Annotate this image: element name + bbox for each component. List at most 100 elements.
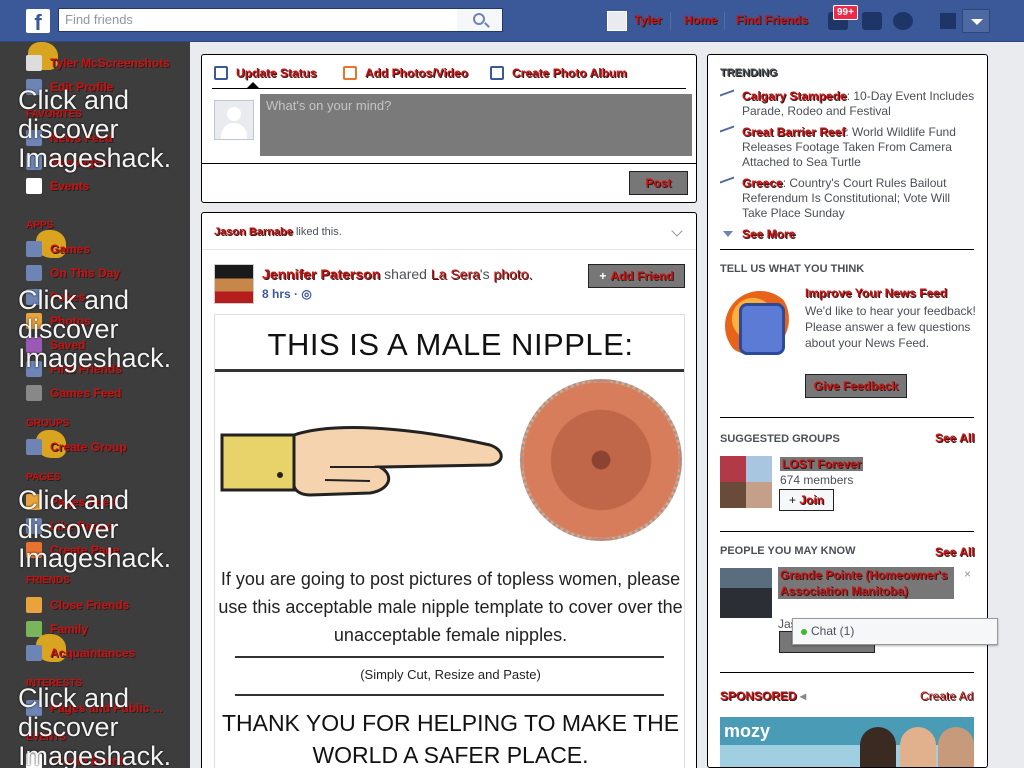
improve-feed-text: We'd like to hear your feedback! Please … <box>805 304 976 350</box>
sidebar-item-close-friends[interactable]: Close Friends <box>26 596 129 614</box>
poster-avatar[interactable] <box>214 264 254 304</box>
sidebar-item-pokes[interactable]: Pokes <box>26 288 85 306</box>
notifications-globe-icon[interactable] <box>893 12 913 30</box>
divider <box>720 531 974 532</box>
meme-note: (Simply Cut, Resize and Paste) <box>360 667 541 682</box>
source-link[interactable]: La Sera <box>431 266 480 282</box>
profile-name: Tyler McScreenshots <box>50 56 170 70</box>
photo-link[interactable]: photo. <box>493 266 532 282</box>
nav-divider <box>724 12 725 30</box>
messages-icon[interactable] <box>862 12 882 30</box>
sidebar-item-games[interactable]: Games <box>26 240 90 258</box>
liker-link[interactable]: Jason Barnabe <box>214 226 293 238</box>
search-button[interactable] <box>457 8 503 32</box>
sidebar-item-photos[interactable]: Photos <box>26 312 91 330</box>
privacy-lock-icon[interactable] <box>940 13 956 29</box>
sidebar-item-messages[interactable]: Messages <box>26 153 107 171</box>
divider <box>720 249 974 250</box>
feed-story: Jason Barnabe liked this. Jennifer Pater… <box>201 212 697 768</box>
update-status-tab[interactable]: Update Status <box>214 66 317 80</box>
shared-text: shared <box>384 266 427 282</box>
trend-item[interactable]: Calgary Stampede: 10-Day Event Includes … <box>720 89 976 119</box>
post-button[interactable]: Post <box>629 171 688 195</box>
events-heading: EVENTS <box>26 732 67 743</box>
sidebar-item-like-pages[interactable]: Like Pages <box>26 517 113 535</box>
profile-link[interactable]: Tyler <box>634 13 662 27</box>
trending-arrow-icon <box>720 176 734 191</box>
improve-feed-title[interactable]: Improve Your News Feed <box>805 286 947 300</box>
sponsored-ad-image[interactable]: mozy <box>720 717 974 767</box>
sidebar-item-pages-feed[interactable]: Pages Feed <box>26 493 117 511</box>
sidebar-item-news-feed[interactable]: News Feed <box>26 129 113 147</box>
trending-heading: TRENDING <box>720 67 778 79</box>
left-sidebar: Tyler McScreenshots Edit Profile FAVORIT… <box>0 42 190 768</box>
sidebar-edit-profile[interactable]: Edit Profile <box>26 78 113 96</box>
chat-bar[interactable]: Chat (1) <box>792 618 998 645</box>
sidebar-item-label: Saved <box>50 338 86 352</box>
timestamp-text: 8 hrs <box>262 287 291 301</box>
sidebar-item-create-group[interactable]: Create Group <box>26 438 127 456</box>
interests-heading: INTERESTS <box>26 678 83 689</box>
poster-name-link[interactable]: Jennifer Paterson <box>262 266 380 282</box>
sidebar-item-find-friends[interactable]: Find Friends <box>26 360 122 378</box>
sidebar-item-events[interactable]: Events <box>26 177 89 195</box>
sidebar-item-label: Like Pages <box>50 519 113 533</box>
sidebar-item-pages-public[interactable]: Pages and Public ... <box>26 699 163 717</box>
sidebar-item-games-feed[interactable]: Games Feed <box>26 384 121 402</box>
poke-icon <box>26 289 42 305</box>
add-friend-button[interactable]: + Add Friend <box>588 264 685 288</box>
sidebar-profile[interactable]: Tyler McScreenshots <box>26 54 170 72</box>
trend-title: Calgary Stampede <box>742 89 847 103</box>
trend-item[interactable]: Greece: Country's Court Rules Bailout Re… <box>720 176 976 221</box>
see-all-people-link[interactable]: See All <box>935 545 975 559</box>
profile-avatar-icon <box>26 55 42 71</box>
status-input[interactable]: What's on your mind? <box>260 94 692 156</box>
ad-person <box>860 727 896 767</box>
join-group-button[interactable]: + Join <box>779 489 834 511</box>
facebook-logo[interactable]: f <box>26 9 50 35</box>
acquaintances-icon <box>26 645 42 661</box>
home-link[interactable]: Home <box>684 13 717 27</box>
games-icon <box>26 241 42 257</box>
sidebar-item-label: Games <box>50 242 91 256</box>
search-icon <box>473 13 485 25</box>
create-album-tab[interactable]: Create Photo Album <box>490 66 627 80</box>
pencil-icon <box>214 66 228 80</box>
calendar-icon <box>26 178 42 194</box>
see-all-groups-link[interactable]: See All <box>935 431 975 445</box>
source-suffix: 's <box>479 266 490 282</box>
sidebar-item-label: Photos <box>50 314 91 328</box>
divider <box>202 249 696 250</box>
dismiss-close-icon[interactable]: × <box>964 567 971 581</box>
groups-heading: GROUPS <box>26 418 70 429</box>
shared-photo[interactable]: THIS IS A MALE NIPPLE: If you are going … <box>214 314 685 768</box>
person-name-link[interactable]: Grande Pointe (Homeowner's Association M… <box>778 567 954 599</box>
story-options-chevron-icon[interactable] <box>671 225 683 237</box>
post-timestamp[interactable]: 8 hrs · ◎ <box>262 287 312 301</box>
sidebar-item-create-event[interactable]: Create Event <box>26 752 123 768</box>
sidebar-item-label: On This Day <box>50 266 121 280</box>
find-friends-link[interactable]: Find Friends <box>736 13 808 27</box>
add-photos-tab[interactable]: Add Photos/Video <box>343 66 468 80</box>
feedback-heading: TELL US WHAT YOU THINK <box>720 263 865 275</box>
account-menu-button[interactable] <box>962 9 990 33</box>
group-name-link[interactable]: LOST Forever <box>780 457 864 471</box>
sidebar-item-on-this-day[interactable]: On This Day <box>26 264 120 282</box>
trend-item[interactable]: Great Barrier Reef: World Wildlife Fund … <box>720 125 976 170</box>
sidebar-item-saved[interactable]: Saved <box>26 336 85 354</box>
user-avatar[interactable] <box>607 11 627 31</box>
person-thumbnail[interactable] <box>720 568 772 618</box>
like-pages-icon <box>26 518 42 534</box>
find-friends-icon <box>26 361 42 377</box>
give-feedback-button[interactable]: Give Feedback <box>805 374 907 398</box>
messages-icon <box>26 154 42 170</box>
sidebar-item-acquaintances[interactable]: Acquaintances <box>26 644 135 662</box>
see-more-link[interactable]: See More <box>742 227 795 241</box>
status-composer: Update Status Add Photos/Video Create Ph… <box>201 54 697 203</box>
create-ad-link[interactable]: Create Ad <box>920 689 973 703</box>
group-thumbnail[interactable] <box>720 456 772 508</box>
sidebar-item-create-page[interactable]: Create Page <box>26 541 119 559</box>
family-icon <box>26 621 42 637</box>
search-input[interactable]: Find friends <box>58 8 458 32</box>
divider <box>720 417 974 418</box>
